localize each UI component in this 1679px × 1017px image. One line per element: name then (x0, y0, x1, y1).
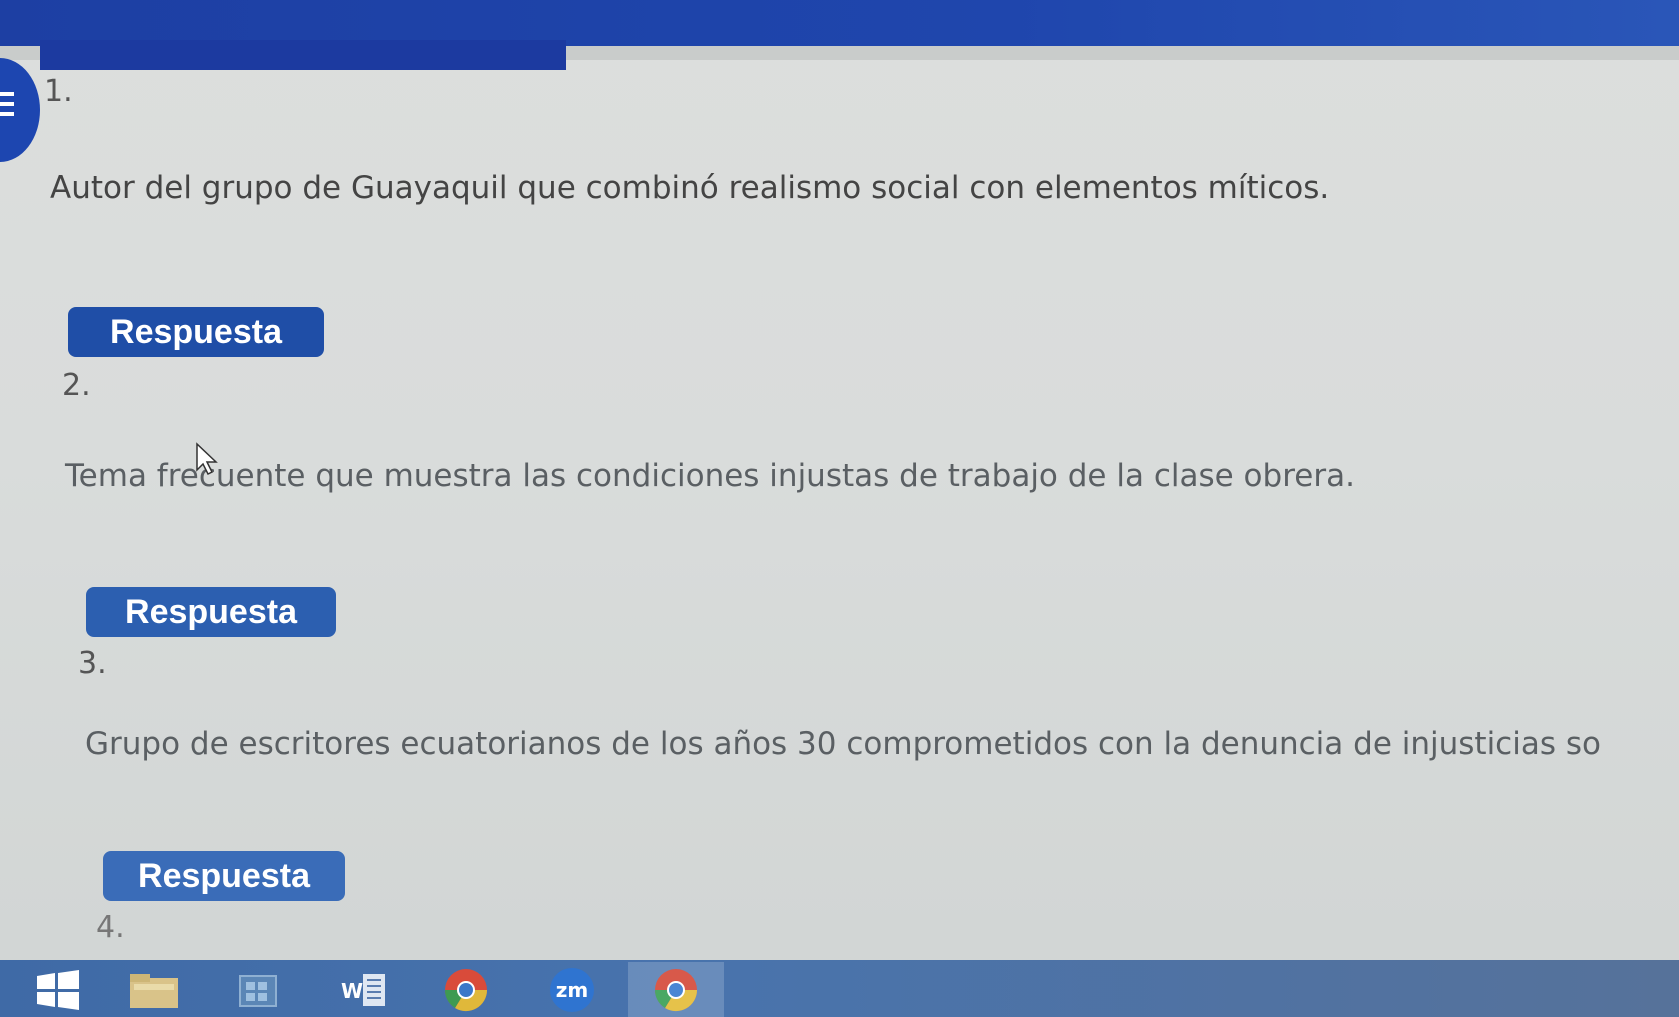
answer-button-2[interactable]: Respuesta (86, 587, 336, 637)
question-4-number: 4. (96, 910, 125, 945)
zoom-icon[interactable]: zm (544, 968, 600, 1012)
answer-button-3[interactable]: Respuesta (103, 851, 345, 901)
question-2-text: Tema frecuente que muestra las condicion… (65, 458, 1355, 494)
question-3-number: 3. (78, 646, 107, 681)
question-3-text: Grupo de escritores ecuatorianos de los … (85, 726, 1601, 762)
question-1-text: Autor del grupo de Guayaquil que combinó… (50, 170, 1330, 206)
page: 1. Autor del grupo de Guayaquil que comb… (0, 0, 1679, 1017)
windows-start-icon[interactable] (30, 968, 86, 1012)
svg-text:W: W (341, 979, 363, 1003)
chrome-canary-icon[interactable] (648, 968, 704, 1012)
answer-button-1[interactable]: Respuesta (68, 307, 324, 357)
file-explorer-icon[interactable] (126, 968, 182, 1012)
mouse-cursor-icon (196, 442, 218, 476)
chrome-icon[interactable] (438, 968, 494, 1012)
store-icon[interactable] (230, 968, 286, 1012)
header-title-bar (40, 40, 566, 70)
menu-icon[interactable] (0, 92, 14, 116)
question-1-number: 1. (44, 74, 73, 109)
word-icon[interactable]: W (335, 968, 391, 1012)
svg-text:zm: zm (556, 978, 588, 1002)
question-2-number: 2. (62, 368, 91, 403)
